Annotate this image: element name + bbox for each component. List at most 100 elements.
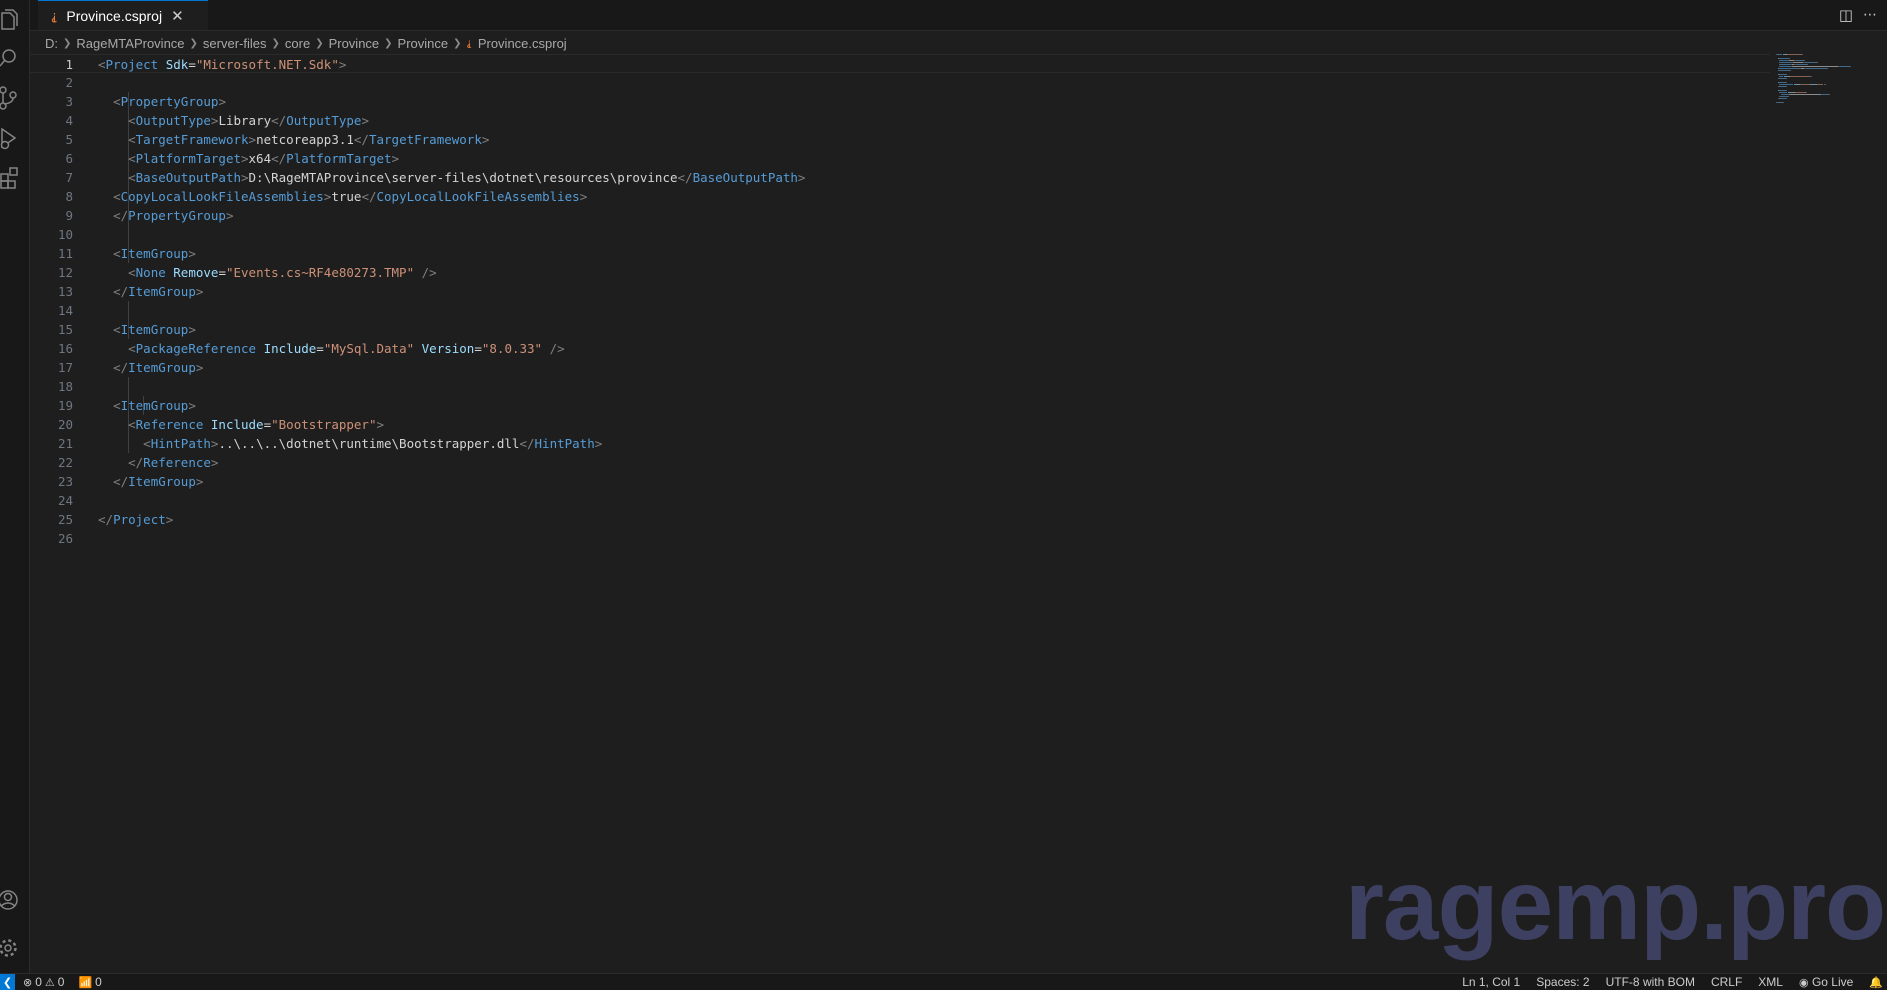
extensions-icon[interactable]	[0, 158, 29, 198]
chevron-right-icon: ❯	[315, 37, 324, 49]
code-line[interactable]: 15 <ItemGroup>	[30, 320, 1770, 339]
run-debug-icon[interactable]	[0, 118, 29, 158]
code-line[interactable]: 1 <Project Sdk="Microsoft.NET.Sdk">	[30, 54, 1770, 73]
settings-gear-icon[interactable]	[0, 928, 29, 968]
indentation[interactable]: Spaces: 2	[1536, 975, 1589, 989]
breadcrumb-item[interactable]: D:	[45, 36, 58, 51]
close-icon[interactable]: ✕	[171, 7, 184, 25]
code-token: Project	[105, 57, 159, 72]
line-number: 15	[57, 322, 73, 337]
language-mode[interactable]: XML	[1758, 975, 1783, 989]
code-token: TargetFramework	[368, 132, 482, 147]
chevron-right-icon: ❯	[189, 37, 198, 49]
notifications-bell-icon[interactable]: 🔔	[1869, 976, 1883, 989]
minimap-line	[1805, 68, 1828, 69]
code-line[interactable]: 24	[30, 491, 1770, 510]
minimap-line	[1816, 84, 1824, 85]
minimap-line	[1780, 60, 1788, 61]
minimap-line	[1778, 74, 1786, 75]
minimap-line	[1779, 86, 1787, 87]
line-number: 14	[57, 303, 73, 318]
code-token: <	[128, 265, 136, 280]
minimap-line	[1778, 82, 1786, 83]
source-control-icon[interactable]	[0, 78, 29, 118]
problems-status[interactable]: ⊗ 0 ⚠ 0	[23, 975, 64, 989]
code-text: <TargetFramework>netcoreapp3.1</TargetFr…	[98, 130, 489, 149]
code-line[interactable]: 10	[30, 225, 1770, 244]
code-token: </	[113, 208, 129, 223]
minimap-line	[1804, 60, 1805, 61]
xml-file-icon: ⸘	[466, 37, 472, 49]
code-editor[interactable]: 1 <Project Sdk="Microsoft.NET.Sdk"> 2 3 <Pr…	[30, 54, 1887, 974]
code-line[interactable]: 3 <PropertyGroup>	[30, 92, 1770, 111]
code-line[interactable]: 8 <CopyLocalLookFileAssemblies>true</Cop…	[30, 187, 1770, 206]
line-number: 16	[57, 341, 73, 356]
search-icon[interactable]	[0, 38, 29, 78]
breadcrumb-item[interactable]: RageMTAProvince	[76, 36, 184, 51]
line-number: 6	[65, 151, 73, 166]
code-token: Reference	[143, 455, 211, 470]
breadcrumb: D: ❯ RageMTAProvince ❯ server-files ❯ co…	[45, 34, 567, 52]
code-token: </	[113, 284, 129, 299]
code-token: <	[113, 94, 121, 109]
breadcrumb-item[interactable]: Province.csproj	[478, 36, 567, 51]
account-icon[interactable]	[0, 880, 29, 920]
minimap-line	[1780, 64, 1792, 65]
minimap-line	[1788, 96, 1789, 97]
minimap-line	[1780, 84, 1793, 85]
code-token: CopyLocalLookFileAssemblies	[120, 189, 324, 204]
minimap[interactable]	[1776, 54, 1852, 104]
code-token: >	[376, 417, 385, 432]
cursor-position[interactable]: Ln 1, Col 1	[1462, 975, 1520, 989]
code-line[interactable]: 17 </ItemGroup>	[30, 358, 1770, 377]
ports-status[interactable]: 📶 0	[78, 975, 101, 989]
code-line[interactable]: 5 <TargetFramework>netcoreapp3.1</Target…	[30, 130, 1770, 149]
breadcrumb-item[interactable]: Province	[329, 36, 380, 51]
code-line[interactable]: 21 <HintPath>..\..\..\dotnet\runtime\Boo…	[30, 434, 1770, 453]
encoding[interactable]: UTF-8 with BOM	[1606, 975, 1695, 989]
line-number: 26	[57, 531, 73, 546]
explorer-icon[interactable]	[0, 0, 29, 40]
code-line[interactable]: 11 <ItemGroup>	[30, 244, 1770, 263]
code-token: >	[188, 246, 196, 261]
line-number: 19	[57, 398, 73, 413]
code-line[interactable]: 16 <PackageReference Include="MySql.Data…	[30, 339, 1770, 358]
code-line[interactable]: 23 </ItemGroup>	[30, 472, 1770, 491]
code-token: ItemGroup	[128, 474, 196, 489]
end-of-line[interactable]: CRLF	[1711, 975, 1742, 989]
code-line[interactable]: 25 </Project>	[30, 510, 1770, 529]
error-count: 0	[35, 975, 42, 989]
minimap-line	[1779, 98, 1787, 99]
breadcrumb-item[interactable]: server-files	[203, 36, 267, 51]
code-text: <Project Sdk="Microsoft.NET.Sdk">	[98, 55, 346, 74]
minimap-line	[1810, 76, 1812, 77]
code-line[interactable]: 14	[30, 301, 1770, 320]
code-text: <BaseOutputPath>D:\RageMTAProvince\serve…	[98, 168, 805, 187]
remote-indicator-icon[interactable]: ❮	[0, 974, 15, 990]
go-live-button[interactable]: ◉ Go Live	[1799, 975, 1853, 989]
code-line[interactable]: 6 <PlatformTarget>x64</PlatformTarget>	[30, 149, 1770, 168]
code-line[interactable]: 2	[30, 73, 1770, 92]
code-line[interactable]: 20 <Reference Include="Bootstrapper">	[30, 415, 1770, 434]
code-line[interactable]: 12 <None Remove="Events.cs~RF4e80273.TMP…	[30, 263, 1770, 282]
code-token: </	[98, 512, 114, 527]
code-line[interactable]: 18	[30, 377, 1770, 396]
broadcast-icon: ◉	[1798, 976, 1809, 989]
breadcrumb-item[interactable]: core	[285, 36, 310, 51]
code-line[interactable]: 13 </ItemGroup>	[30, 282, 1770, 301]
code-line[interactable]: 19 <ItemGroup>	[30, 396, 1770, 415]
code-line[interactable]: 7 <BaseOutputPath>D:\RageMTAProvince\ser…	[30, 168, 1770, 187]
more-actions-icon[interactable]: ⋯	[1863, 7, 1877, 23]
line-number: 21	[57, 436, 73, 451]
split-editor-icon[interactable]: ◫	[1839, 6, 1853, 24]
code-line[interactable]: 26	[30, 529, 1770, 548]
code-token: Version	[421, 341, 475, 356]
code-line[interactable]: 9 </PropertyGroup>	[30, 206, 1770, 225]
code-line[interactable]: 22 </Reference>	[30, 453, 1770, 472]
code-line[interactable]: 4 <OutputType>Library</OutputType>	[30, 111, 1770, 130]
tab-province-csproj[interactable]: ⸘ Province.csproj ✕	[38, 0, 208, 30]
breadcrumb-item[interactable]: Province	[398, 36, 449, 51]
